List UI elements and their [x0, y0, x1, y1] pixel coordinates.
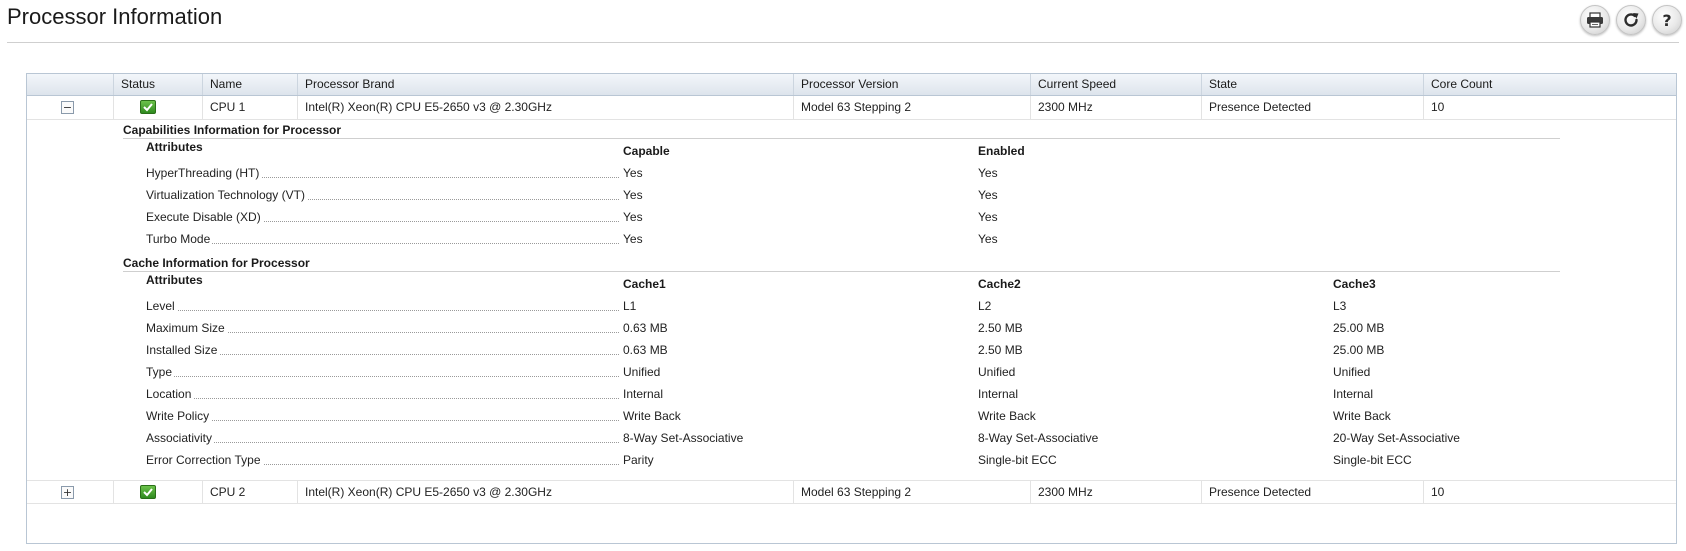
table-row[interactable]: + CPU 2 Intel(R) Xeon(R) CPU E5-2650 v3 … — [27, 480, 1676, 504]
header-expander — [27, 74, 113, 95]
page-title: Processor Information — [7, 4, 223, 29]
processor-state: Presence Detected — [1201, 96, 1423, 119]
processor-grid: Status Name Processor Brand Processor Ve… — [26, 73, 1677, 544]
header-state[interactable]: State — [1201, 74, 1423, 95]
cpu-detail-panel: Capabilities Information for Processor A… — [27, 120, 1676, 480]
title-divider — [7, 42, 1679, 43]
ok-check-icon — [140, 100, 156, 114]
capabilities-section-title: Capabilities Information for Processor — [123, 123, 1560, 139]
expand-toggle[interactable]: + — [61, 486, 74, 499]
refresh-icon — [1624, 13, 1639, 27]
cache3-column-header: Cache3 — [1333, 277, 1376, 291]
header-processor-brand[interactable]: Processor Brand — [297, 74, 793, 95]
list-item: Turbo Mode — [146, 231, 619, 247]
header-processor-version[interactable]: Processor Version — [793, 74, 1030, 95]
list-item: Level — [146, 298, 619, 314]
capabilities-attributes-label: Attributes — [146, 140, 203, 154]
cache-attributes-label: Attributes — [146, 273, 203, 287]
cache-section-title: Cache Information for Processor — [123, 256, 1560, 272]
status-cell — [113, 96, 202, 119]
header-current-speed[interactable]: Current Speed — [1030, 74, 1201, 95]
list-item: HyperThreading (HT) — [146, 165, 619, 181]
processor-brand: Intel(R) Xeon(R) CPU E5-2650 v3 @ 2.30GH… — [297, 481, 793, 504]
enabled-column-header: Enabled — [978, 144, 1025, 158]
table-row[interactable]: − CPU 1 Intel(R) Xeon(R) CPU E5-2650 v3 … — [27, 96, 1676, 120]
cache2-column-header: Cache2 — [978, 277, 1021, 291]
print-icon — [1587, 12, 1603, 28]
processor-version: Model 63 Stepping 2 — [793, 96, 1030, 119]
list-item: Execute Disable (XD) — [146, 209, 619, 225]
status-cell — [113, 481, 202, 504]
list-item: Write Policy — [146, 408, 619, 424]
list-item: Error Correction Type — [146, 452, 619, 468]
help-button[interactable]: ? — [1652, 5, 1682, 35]
list-item: Type — [146, 364, 619, 380]
list-item: Installed Size — [146, 342, 619, 358]
list-item: Location — [146, 386, 619, 402]
help-icon: ? — [1662, 11, 1671, 29]
processor-brand: Intel(R) Xeon(R) CPU E5-2650 v3 @ 2.30GH… — [297, 96, 793, 119]
header-core-count[interactable]: Core Count — [1423, 74, 1676, 95]
list-item: Virtualization Technology (VT) — [146, 187, 619, 203]
cpu-name: CPU 1 — [202, 96, 297, 119]
processor-version: Model 63 Stepping 2 — [793, 481, 1030, 504]
toolbar: ? — [1580, 5, 1682, 35]
list-item: Associativity — [146, 430, 619, 446]
cache1-column-header: Cache1 — [623, 277, 666, 291]
ok-check-icon — [140, 485, 156, 499]
core-count: 10 — [1423, 481, 1676, 504]
processor-state: Presence Detected — [1201, 481, 1423, 504]
current-speed: 2300 MHz — [1030, 96, 1201, 119]
refresh-button[interactable] — [1616, 5, 1646, 35]
print-button[interactable] — [1580, 5, 1610, 35]
capable-column-header: Capable — [623, 144, 670, 158]
current-speed: 2300 MHz — [1030, 481, 1201, 504]
header-name[interactable]: Name — [202, 74, 297, 95]
svg-text:?: ? — [1662, 11, 1671, 29]
core-count: 10 — [1423, 96, 1676, 119]
header-status[interactable]: Status — [113, 74, 202, 95]
cpu-name: CPU 2 — [202, 481, 297, 504]
grid-header: Status Name Processor Brand Processor Ve… — [27, 74, 1676, 96]
list-item: Maximum Size — [146, 320, 619, 336]
collapse-toggle[interactable]: − — [61, 101, 74, 114]
